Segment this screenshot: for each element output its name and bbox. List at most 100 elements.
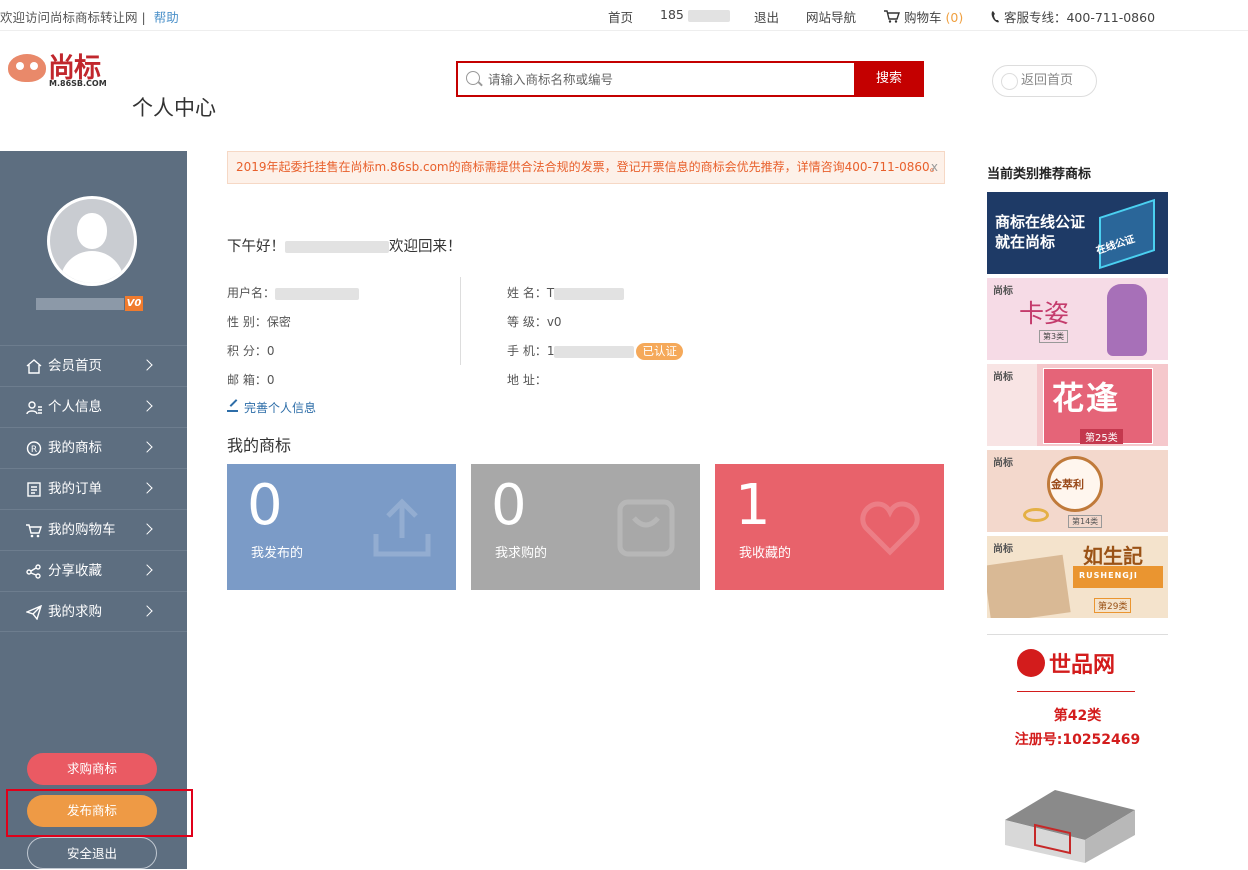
mobile-row: 手 机：1 已认证 [507, 342, 683, 360]
name-row: 姓 名：T [507, 284, 625, 301]
recommend-title: 当前类别推荐商标 [987, 167, 1092, 182]
user-phone[interactable]: 185 [660, 7, 730, 22]
ad1-line1: 商标在线公证 [995, 213, 1086, 231]
username-row: 用户名： [227, 284, 360, 301]
cart-icon [26, 524, 42, 538]
sidebar-item-label: 会员首页 [48, 358, 102, 374]
avatar-body [60, 251, 124, 283]
welcome-text: 欢迎访问尚标商标转让网 | [0, 10, 146, 25]
close-icon[interactable]: x [931, 152, 938, 183]
sidebar-item-label: 我的购物车 [48, 522, 116, 538]
info-divider [460, 277, 461, 365]
bag-icon [617, 499, 675, 557]
requested-count: 0 [491, 473, 527, 538]
published-label: 我发布的 [251, 546, 304, 561]
cart-link[interactable]: 购物车 (0) [884, 7, 963, 26]
notice-banner: 2019年起委托挂售在尚标m.86sb.com的商标需提供合法合规的发票，登记开… [227, 151, 945, 184]
address-row: 地 址： [507, 373, 547, 387]
site-logo[interactable]: 尚标 M.86SB.COM [8, 48, 123, 90]
help-link[interactable]: 帮助 [154, 10, 179, 25]
order-icon [27, 482, 41, 497]
ad5-name: 如生記 [1083, 544, 1143, 568]
search-button[interactable]: 搜索 [854, 61, 924, 97]
ad4-class: 第14类 [1068, 515, 1103, 528]
ad1-line2: 就在尚标 [995, 233, 1056, 251]
sidebar-item-requests[interactable]: 我的求购 [0, 591, 187, 632]
level-row: 等 级：v0 [507, 315, 562, 329]
sidebar-item-profile[interactable]: 个人信息 [0, 386, 187, 427]
sidebar-item-orders[interactable]: 我的订单 [0, 468, 187, 509]
phone-blur [687, 9, 730, 22]
ad-trademark-jincuili[interactable]: 尚标 金萃利 第14类 [987, 450, 1168, 532]
sidebar-item-trademarks[interactable]: R 我的商标 [0, 427, 187, 468]
safe-logout-button[interactable]: 安全退出 [27, 837, 157, 869]
greeting-name-blur [285, 241, 389, 253]
ad-online-notary[interactable]: 商标在线公证 就在尚标 在线公证 [987, 192, 1168, 274]
username-blur [275, 287, 360, 300]
search-input[interactable] [488, 67, 848, 91]
ad3-name: 花逢 [1052, 379, 1121, 417]
greeting-suffix: 欢迎回来！ [389, 239, 462, 255]
chevron-right-icon [141, 482, 153, 494]
published-count: 0 [247, 473, 283, 538]
ring-graphic [1023, 508, 1049, 522]
ad-trademark-rushengji[interactable]: 尚标 如生記 RUSHENGJI 第29类 [987, 536, 1168, 618]
sidebar-item-share[interactable]: 分享收藏 [0, 550, 187, 591]
ad3-box: 花逢 第25类 [1043, 368, 1153, 444]
user-icon [26, 401, 42, 415]
sidebar-item-cart[interactable]: 我的购物车 [0, 509, 187, 550]
chevron-right-icon [141, 523, 153, 535]
ad-trademark-huafeng[interactable]: 尚标 花逢 第25类 [987, 364, 1168, 446]
name-blur [554, 287, 625, 300]
section-title: 我的商标 [227, 436, 292, 455]
vip-badge: V0 [125, 296, 143, 311]
mobile-blur [554, 345, 635, 358]
sidebar-item-label: 我的订单 [48, 481, 102, 497]
name-initial: T [546, 286, 555, 300]
ad2-name: 卡姿 [1019, 299, 1070, 328]
ad-trademark-shipinwang[interactable]: 世品网 第42类 注册号:10252469 [987, 634, 1168, 869]
ad5-sub: RUSHENGJI [1079, 571, 1138, 580]
back-home-button[interactable]: 返回首页 [992, 65, 1097, 97]
ad-tag: 尚标 [993, 372, 1013, 383]
sidebar-item-label: 我的求购 [48, 604, 102, 620]
buy-trademark-button[interactable]: 求购商标 [27, 753, 157, 785]
mobile-initial: 1 [546, 344, 555, 358]
ad-tag: 尚标 [993, 544, 1013, 555]
favorites-label: 我收藏的 [739, 546, 792, 561]
username-blurred [36, 298, 124, 310]
complete-profile-label: 完善个人信息 [244, 401, 317, 415]
ad-trademark-kazi[interactable]: 尚标 卡姿 第3类 [987, 278, 1168, 360]
sidebar-menu: 会员首页 个人信息 R 我的商标 我的订单 我的购物车 分享收藏 我的求购 [0, 345, 187, 632]
top-bar: 欢迎访问尚标商标转让网 | 帮助 首页 185 退出 网站导航 购物车 (0) 客… [0, 0, 1248, 31]
site-nav-link[interactable]: 网站导航 [806, 7, 856, 26]
published-card[interactable]: 0 我发布的 [227, 464, 456, 590]
welcome-area: 欢迎访问尚标商标转让网 | 帮助 [0, 7, 179, 26]
notice-text: 2019年起委托挂售在尚标m.86sb.com的商标需提供合法合规的发票，登记开… [236, 160, 942, 174]
logo-domain: M.86SB.COM [49, 79, 107, 88]
greeting: 下午好！ 欢迎回来！ [227, 235, 462, 256]
favorites-card[interactable]: 1 我收藏的 [715, 464, 944, 590]
chevron-right-icon [141, 441, 153, 453]
ad6-reg: 注册号:10252469 [1014, 732, 1141, 748]
requested-card[interactable]: 0 我求购的 [471, 464, 700, 590]
avatar[interactable] [47, 196, 137, 286]
gender-row: 性 别：保密 [227, 315, 291, 329]
ad6-class: 第42类 [1053, 708, 1102, 724]
cutting-board-graphic [987, 554, 1071, 618]
sidebar-item-home[interactable]: 会员首页 [0, 345, 187, 386]
pen-icon [227, 401, 238, 412]
sidebar: V0 会员首页 个人信息 R 我的商标 我的订单 我的购物车 分享收藏 我的求购… [0, 151, 193, 869]
nav-home-link[interactable]: 首页 [608, 7, 633, 26]
ad6-logo-icon [1017, 649, 1045, 677]
ad-tag: 尚标 [993, 286, 1013, 297]
send-icon [26, 605, 42, 620]
house-graphic [1005, 790, 1135, 863]
heart-icon [860, 501, 920, 556]
cart-icon [884, 10, 900, 23]
sidebar-item-label: 分享收藏 [48, 563, 102, 579]
hotline-text: 客服专线：400-711-0860 [1003, 10, 1156, 25]
logout-link[interactable]: 退出 [754, 7, 779, 26]
complete-profile-link[interactable]: 完善个人信息 [227, 399, 316, 416]
search-icon [466, 71, 480, 85]
